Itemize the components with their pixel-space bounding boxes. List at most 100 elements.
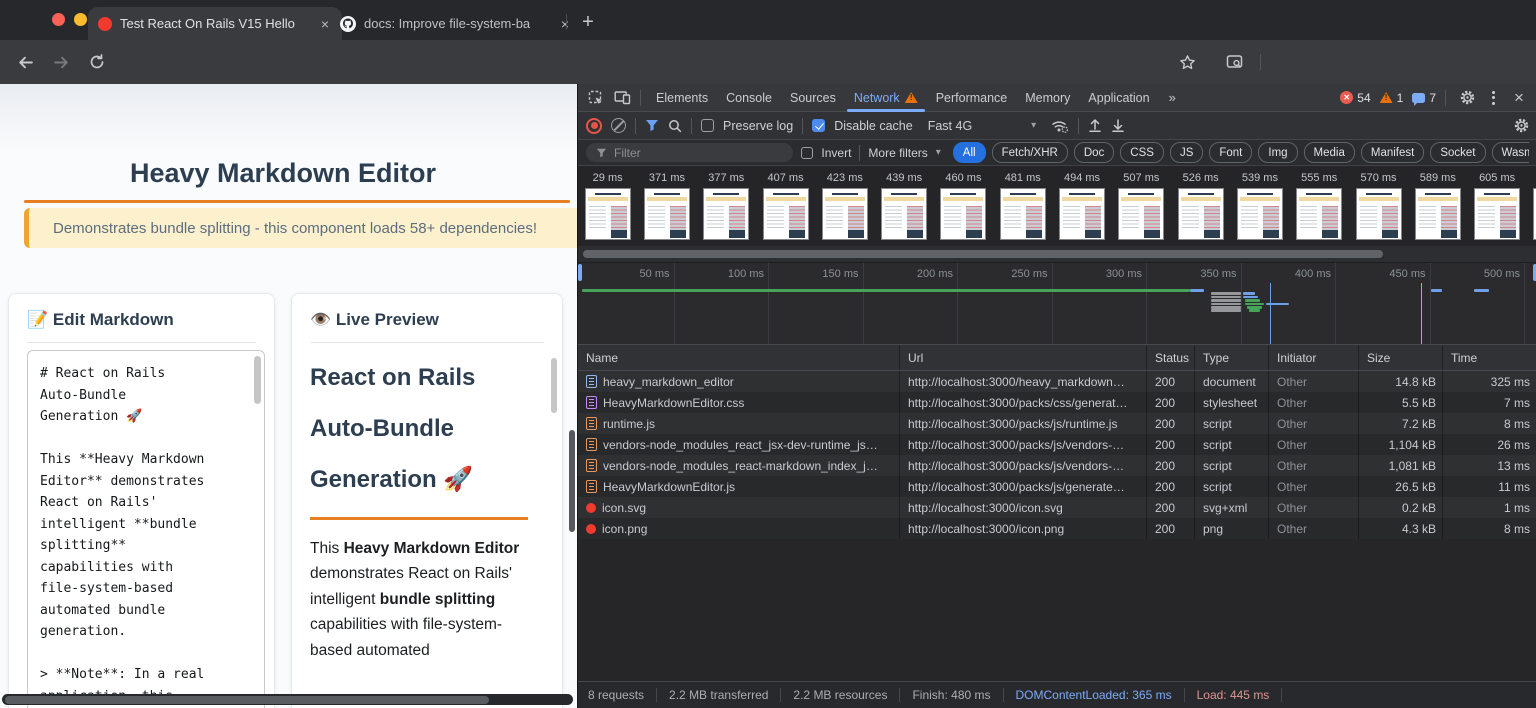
frame-screenshot[interactable] bbox=[644, 188, 690, 240]
frame-screenshot[interactable] bbox=[1000, 188, 1046, 240]
search-icon[interactable] bbox=[668, 119, 682, 133]
resource-type-chip[interactable]: Wasm bbox=[1492, 142, 1529, 163]
filmstrip-frame[interactable] bbox=[1527, 166, 1536, 240]
device-toolbar-icon[interactable] bbox=[610, 87, 634, 109]
export-har-icon[interactable] bbox=[1111, 118, 1125, 133]
resource-type-chip[interactable]: Fetch/XHR bbox=[992, 142, 1068, 163]
back-icon[interactable] bbox=[12, 49, 38, 75]
frame-screenshot[interactable] bbox=[1178, 188, 1224, 240]
textarea-scrollbar[interactable] bbox=[254, 356, 261, 404]
preview-scrollbar[interactable] bbox=[551, 358, 557, 413]
reload-icon[interactable] bbox=[84, 49, 110, 75]
request-row[interactable]: HeavyMarkdownEditor.css http://localhost… bbox=[578, 392, 1536, 413]
filmstrip-frame[interactable]: 407 ms bbox=[756, 166, 815, 240]
filmstrip-frame[interactable]: 494 ms bbox=[1052, 166, 1111, 240]
column-header[interactable]: Type bbox=[1195, 345, 1269, 370]
resource-type-chip[interactable]: JS bbox=[1170, 142, 1203, 163]
devtools-tab[interactable]: Network bbox=[845, 84, 927, 112]
chevron-down-icon[interactable]: ▾ bbox=[936, 147, 941, 158]
request-row[interactable]: runtime.js http://localhost:3000/packs/j… bbox=[578, 413, 1536, 434]
filmstrip-frame[interactable]: 460 ms bbox=[934, 166, 993, 240]
request-row[interactable]: vendors-node_modules_react-markdown_inde… bbox=[578, 455, 1536, 476]
request-time-cell[interactable]: 8 ms bbox=[1443, 518, 1536, 539]
filmstrip-frame[interactable]: 555 ms bbox=[1290, 166, 1349, 240]
warning-count-badge[interactable]: 1 bbox=[1380, 91, 1404, 105]
devtools-tab[interactable]: Sources bbox=[781, 84, 845, 112]
request-time-cell[interactable]: 11 ms bbox=[1443, 476, 1536, 497]
request-status-cell[interactable]: 200 bbox=[1147, 497, 1195, 518]
request-row[interactable]: vendors-node_modules_react_jsx-dev-runti… bbox=[578, 434, 1536, 455]
request-status-cell[interactable]: 200 bbox=[1147, 392, 1195, 413]
request-name-cell[interactable]: HeavyMarkdownEditor.css bbox=[578, 392, 900, 413]
import-har-icon[interactable] bbox=[1088, 118, 1102, 133]
request-status-cell[interactable]: 200 bbox=[1147, 434, 1195, 455]
filmstrip-frame[interactable]: 29 ms bbox=[578, 166, 637, 240]
request-status-cell[interactable]: 200 bbox=[1147, 476, 1195, 497]
column-header[interactable]: Time bbox=[1443, 345, 1536, 370]
frame-screenshot[interactable] bbox=[1059, 188, 1105, 240]
request-name-cell[interactable]: heavy_markdown_editor bbox=[578, 371, 900, 392]
close-tab-icon[interactable]: × bbox=[558, 16, 572, 32]
devtools-tab[interactable]: Elements bbox=[647, 84, 717, 112]
filter-input[interactable]: Filter bbox=[586, 143, 793, 162]
request-row[interactable]: heavy_markdown_editor http://localhost:3… bbox=[578, 371, 1536, 392]
more-filters-button[interactable]: More filters bbox=[868, 146, 927, 160]
request-type-cell[interactable]: script bbox=[1195, 413, 1269, 434]
page-horizontal-scrollbar[interactable] bbox=[2, 694, 573, 705]
filmstrip-frame[interactable]: 526 ms bbox=[1171, 166, 1230, 240]
request-row[interactable]: HeavyMarkdownEditor.js http://localhost:… bbox=[578, 476, 1536, 497]
request-initiator-cell[interactable]: Other bbox=[1269, 413, 1359, 434]
column-header[interactable]: Initiator bbox=[1269, 345, 1359, 370]
resource-type-chip[interactable]: CSS bbox=[1120, 142, 1164, 163]
frame-screenshot[interactable] bbox=[1474, 188, 1520, 240]
record-network-log-icon[interactable] bbox=[586, 118, 602, 134]
close-devtools-icon[interactable]: × bbox=[1507, 87, 1531, 109]
request-size-cell[interactable]: 5.5 kB bbox=[1359, 392, 1443, 413]
request-time-cell[interactable]: 325 ms bbox=[1443, 371, 1536, 392]
filmstrip-frame[interactable]: 377 ms bbox=[697, 166, 756, 240]
forward-icon[interactable] bbox=[48, 49, 74, 75]
request-type-cell[interactable]: svg+xml bbox=[1195, 497, 1269, 518]
request-initiator-cell[interactable]: Other bbox=[1269, 455, 1359, 476]
devtools-tab[interactable]: Memory bbox=[1016, 84, 1079, 112]
request-size-cell[interactable]: 14.8 kB bbox=[1359, 371, 1443, 392]
filmstrip-frame[interactable]: 570 ms bbox=[1349, 166, 1408, 240]
frame-screenshot[interactable] bbox=[1237, 188, 1283, 240]
request-url-cell[interactable]: http://localhost:3000/packs/js/runtime.j… bbox=[900, 413, 1147, 434]
resource-type-chip[interactable]: Manifest bbox=[1361, 142, 1424, 163]
request-row[interactable]: icon.png http://localhost:3000/icon.png … bbox=[578, 518, 1536, 539]
request-size-cell[interactable]: 1,081 kB bbox=[1359, 455, 1443, 476]
filmstrip-frame[interactable]: 481 ms bbox=[993, 166, 1052, 240]
clear-network-log-icon[interactable] bbox=[611, 118, 626, 133]
request-time-cell[interactable]: 13 ms bbox=[1443, 455, 1536, 476]
filmstrip-frame[interactable]: 507 ms bbox=[1112, 166, 1171, 240]
page-vertical-scrollbar[interactable] bbox=[569, 430, 575, 532]
resource-type-chip[interactable]: Socket bbox=[1430, 142, 1485, 163]
devtools-tab[interactable]: Performance bbox=[927, 84, 1017, 112]
request-initiator-cell[interactable]: Other bbox=[1269, 476, 1359, 497]
request-type-cell[interactable]: stylesheet bbox=[1195, 392, 1269, 413]
filmstrip-frame[interactable]: 439 ms bbox=[874, 166, 933, 240]
frame-screenshot[interactable] bbox=[1118, 188, 1164, 240]
issues-count-badge[interactable]: 7 bbox=[1412, 91, 1436, 105]
column-header[interactable]: Name bbox=[578, 345, 900, 370]
request-url-cell[interactable]: http://localhost:3000/heavy_markdown… bbox=[900, 371, 1147, 392]
timeline-overview[interactable]: 50 ms100 ms150 ms200 ms250 ms300 ms350 m… bbox=[578, 262, 1536, 345]
bookmark-star-icon[interactable] bbox=[1174, 49, 1200, 75]
more-tabs-icon[interactable]: » bbox=[1161, 90, 1184, 105]
request-name-cell[interactable]: vendors-node_modules_react-markdown_inde… bbox=[578, 455, 900, 476]
request-type-cell[interactable]: png bbox=[1195, 518, 1269, 539]
request-type-cell[interactable]: script bbox=[1195, 434, 1269, 455]
resource-type-chip[interactable]: Font bbox=[1209, 142, 1252, 163]
frame-screenshot[interactable] bbox=[940, 188, 986, 240]
request-time-cell[interactable]: 1 ms bbox=[1443, 497, 1536, 518]
request-url-cell[interactable]: http://localhost:3000/packs/js/vendors-… bbox=[900, 434, 1147, 455]
request-row[interactable]: icon.svg http://localhost:3000/icon.svg … bbox=[578, 497, 1536, 518]
close-window-icon[interactable] bbox=[52, 13, 65, 26]
filmstrip-frame[interactable]: 605 ms bbox=[1467, 166, 1526, 240]
frame-screenshot[interactable] bbox=[1415, 188, 1461, 240]
request-name-cell[interactable]: icon.png bbox=[578, 518, 900, 539]
inspect-element-icon[interactable] bbox=[584, 87, 608, 109]
request-initiator-cell[interactable]: Other bbox=[1269, 392, 1359, 413]
new-tab-button[interactable]: + bbox=[576, 10, 600, 34]
